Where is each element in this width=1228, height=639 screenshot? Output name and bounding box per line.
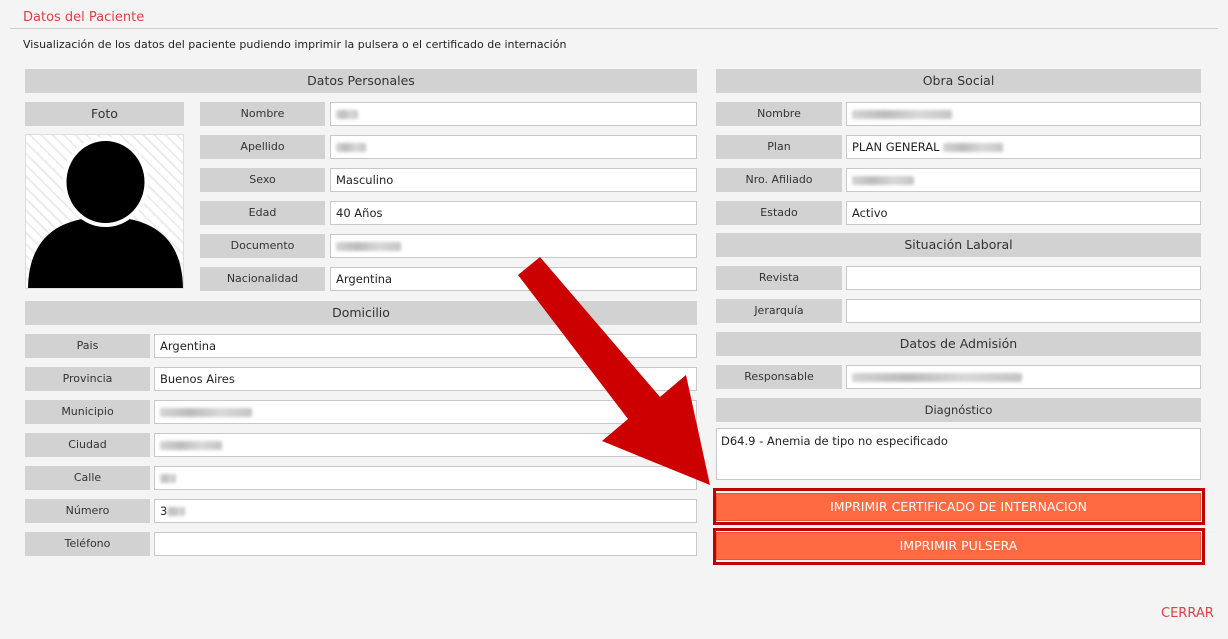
label-documento: Documento — [200, 234, 325, 258]
redacted-value — [852, 176, 914, 185]
redacted-value — [167, 507, 186, 516]
field-responsable[interactable] — [846, 365, 1201, 389]
redacted-value — [160, 408, 252, 417]
field-documento[interactable] — [330, 234, 697, 258]
redacted-value — [336, 110, 358, 119]
patient-photo — [25, 134, 184, 289]
person-silhouette-icon — [28, 137, 183, 288]
numero-value: 3 — [160, 504, 168, 518]
label-nombre: Nombre — [200, 102, 325, 126]
label-edad: Edad — [200, 201, 325, 225]
label-sexo: Sexo — [200, 168, 325, 192]
field-pais[interactable]: Argentina — [154, 334, 697, 358]
field-numero[interactable]: 3 — [154, 499, 697, 523]
redacted-value — [160, 441, 222, 450]
field-ciudad[interactable] — [154, 433, 697, 457]
label-nacionalidad: Nacionalidad — [200, 267, 325, 291]
label-revista: Revista — [716, 266, 842, 290]
section-diagnostico: Diagnóstico — [716, 398, 1201, 422]
field-revista[interactable] — [846, 266, 1201, 290]
photo-label: Foto — [25, 102, 184, 126]
label-calle: Calle — [25, 466, 150, 490]
field-os-nombre[interactable] — [846, 102, 1201, 126]
field-telefono[interactable] — [154, 532, 697, 556]
section-datos-personales: Datos Personales — [25, 69, 697, 93]
print-certificate-button[interactable]: IMPRIMIR CERTIFICADO DE INTERNACION — [716, 493, 1201, 521]
field-nombre[interactable] — [330, 102, 697, 126]
page-title: Datos del Paciente — [23, 10, 145, 25]
print-wristband-button[interactable]: IMPRIMIR PULSERA — [716, 532, 1201, 560]
field-jerarquia[interactable] — [846, 299, 1201, 323]
redacted-value — [852, 110, 952, 119]
field-estado[interactable]: Activo — [846, 201, 1201, 225]
label-pais: Pais — [25, 334, 150, 358]
title-divider — [10, 28, 1218, 29]
close-button[interactable]: CERRAR — [1161, 606, 1214, 621]
field-nro-afiliado[interactable] — [846, 168, 1201, 192]
field-apellido[interactable] — [330, 135, 697, 159]
label-numero: Número — [25, 499, 150, 523]
field-edad[interactable]: 40 Años — [330, 201, 697, 225]
label-estado: Estado — [716, 201, 842, 225]
label-jerarquia: Jerarquía — [716, 299, 842, 323]
redacted-value — [852, 373, 1022, 382]
field-provincia[interactable]: Buenos Aires — [154, 367, 697, 391]
field-nacionalidad[interactable]: Argentina — [330, 267, 697, 291]
section-obra-social: Obra Social — [716, 69, 1201, 93]
label-municipio: Municipio — [25, 400, 150, 424]
redacted-value — [336, 242, 401, 251]
field-plan[interactable]: PLAN GENERAL — [846, 135, 1201, 159]
field-municipio[interactable] — [154, 400, 697, 424]
label-telefono: Teléfono — [25, 532, 150, 556]
section-situacion-laboral: Situación Laboral — [716, 233, 1201, 257]
section-datos-admision: Datos de Admisión — [716, 332, 1201, 356]
field-calle[interactable] — [154, 466, 697, 490]
label-apellido: Apellido — [200, 135, 325, 159]
label-plan: Plan — [716, 135, 842, 159]
field-sexo[interactable]: Masculino — [330, 168, 697, 192]
page-subtitle: Visualización de los datos del paciente … — [23, 38, 567, 51]
label-ciudad: Ciudad — [25, 433, 150, 457]
label-os-nombre: Nombre — [716, 102, 842, 126]
redacted-value — [943, 143, 1004, 152]
label-nro-afiliado: Nro. Afiliado — [716, 168, 842, 192]
diagnostico-textarea[interactable]: D64.9 - Anemia de tipo no especificado — [716, 428, 1201, 480]
redacted-value — [336, 143, 366, 152]
redacted-value — [160, 474, 176, 483]
label-responsable: Responsable — [716, 365, 842, 389]
section-domicilio: Domicilio — [25, 301, 697, 325]
plan-value: PLAN GENERAL — [852, 140, 940, 154]
label-provincia: Provincia — [25, 367, 150, 391]
